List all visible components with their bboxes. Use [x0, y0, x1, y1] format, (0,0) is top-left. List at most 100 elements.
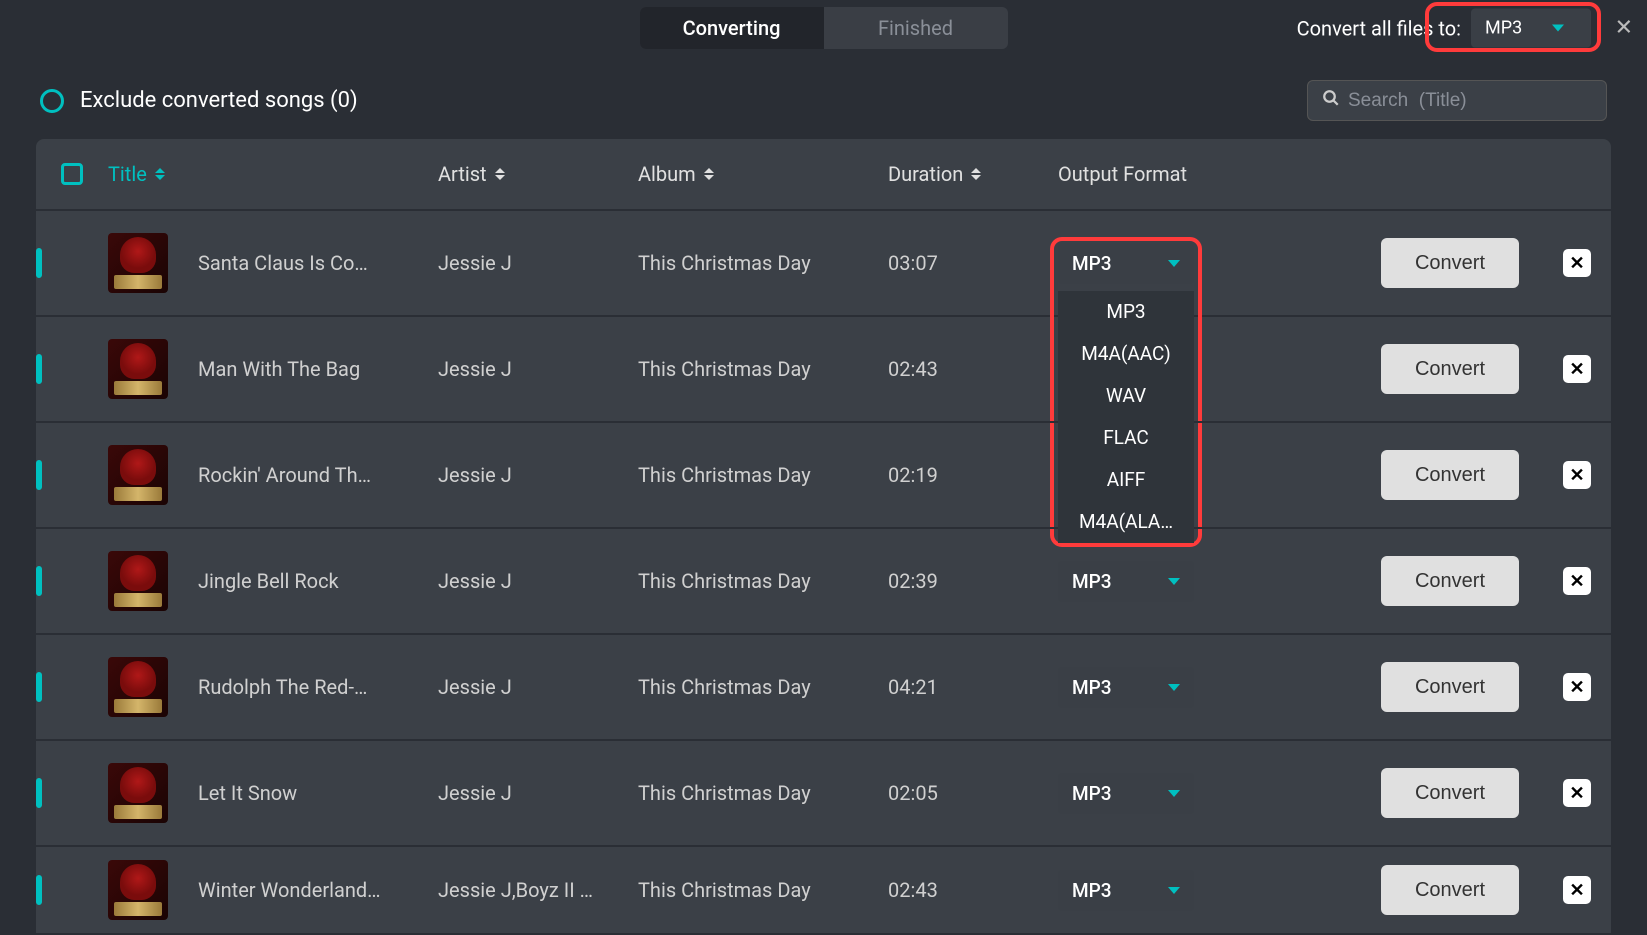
column-artist-label: Artist: [438, 162, 487, 186]
caret-down-icon: [1168, 578, 1180, 585]
remove-button[interactable]: ✕: [1563, 779, 1591, 807]
column-title[interactable]: Title: [108, 162, 438, 186]
album-cell: This Christmas Day: [638, 357, 888, 381]
column-duration[interactable]: Duration: [888, 162, 1058, 186]
song-title: Winter Wonderland…: [198, 878, 398, 902]
album-cover: [108, 339, 168, 399]
convert-button[interactable]: Convert: [1381, 768, 1519, 818]
album-cell: This Christmas Day: [638, 463, 888, 487]
row-checkbox[interactable]: [36, 875, 42, 905]
format-option[interactable]: M4A(AAC): [1058, 333, 1194, 375]
circle-icon: [40, 89, 64, 113]
row-checkbox[interactable]: [36, 566, 42, 596]
convert-button[interactable]: Convert: [1381, 344, 1519, 394]
song-title: Man With The Bag: [198, 357, 398, 381]
format-cell: MP3: [1058, 667, 1378, 708]
row-checkbox[interactable]: [36, 354, 42, 384]
row-checkbox[interactable]: [36, 778, 42, 808]
sort-icon: [155, 168, 165, 180]
convert-button[interactable]: Convert: [1381, 865, 1519, 915]
table-row: Let It SnowJessie JThis Christmas Day02:…: [36, 741, 1611, 847]
top-bar: Converting Finished Convert all files to…: [0, 0, 1647, 56]
song-table: Title Artist Album Duration Output Forma…: [36, 139, 1611, 935]
content-area: Exclude converted songs (0) Title Artist: [0, 56, 1647, 935]
remove-button[interactable]: ✕: [1563, 249, 1591, 277]
column-output-format-label: Output Format: [1058, 162, 1187, 186]
sort-icon: [704, 168, 714, 180]
column-duration-label: Duration: [888, 162, 963, 186]
table-body: Santa Claus Is Co…Jessie JThis Christmas…: [36, 211, 1611, 935]
format-option[interactable]: MP3: [1058, 291, 1194, 333]
app-window: Converting Finished Convert all files to…: [0, 0, 1647, 935]
artist-cell: Jessie J: [438, 251, 638, 275]
convert-button[interactable]: Convert: [1381, 662, 1519, 712]
row-checkbox[interactable]: [36, 672, 42, 702]
format-option[interactable]: FLAC: [1058, 417, 1194, 459]
select-all-checkbox[interactable]: [61, 163, 83, 185]
convert-button[interactable]: Convert: [1381, 238, 1519, 288]
artist-cell: Jessie J: [438, 569, 638, 593]
convert-all-group: Convert all files to: MP3: [1297, 9, 1591, 48]
search-input[interactable]: [1348, 90, 1592, 112]
table-header: Title Artist Album Duration Output Forma…: [36, 139, 1611, 211]
format-cell: MP3: [1058, 870, 1378, 911]
album-cover: [108, 763, 168, 823]
format-option[interactable]: M4A(ALA…: [1058, 501, 1194, 543]
tab-finished[interactable]: Finished: [824, 7, 1008, 49]
caret-down-icon: [1552, 25, 1564, 32]
convert-button[interactable]: Convert: [1381, 556, 1519, 606]
row-format-select[interactable]: MP3: [1058, 870, 1194, 911]
duration-cell: 02:05: [888, 781, 1058, 805]
song-title: Rockin' Around Th…: [198, 463, 398, 487]
caret-down-icon: [1168, 684, 1180, 691]
album-cell: This Christmas Day: [638, 781, 888, 805]
convert-all-value: MP3: [1485, 18, 1522, 39]
close-icon[interactable]: ✕: [1615, 16, 1633, 41]
remove-button[interactable]: ✕: [1563, 673, 1591, 701]
select-all-cell: [36, 163, 108, 185]
column-album[interactable]: Album: [638, 162, 888, 186]
column-output-format: Output Format: [1058, 162, 1378, 186]
table-row: Man With The BagJessie JThis Christmas D…: [36, 317, 1611, 423]
remove-button[interactable]: ✕: [1563, 355, 1591, 383]
remove-button[interactable]: ✕: [1563, 876, 1591, 904]
remove-button[interactable]: ✕: [1563, 461, 1591, 489]
convert-all-select[interactable]: MP3: [1471, 9, 1591, 48]
album-cover: [108, 860, 168, 920]
duration-cell: 04:21: [888, 675, 1058, 699]
toolbar-row: Exclude converted songs (0): [36, 80, 1611, 121]
format-cell: MP3MP3M4A(AAC)WAVFLACAIFFM4A(ALA…: [1058, 243, 1378, 284]
row-format-select[interactable]: MP3: [1058, 773, 1194, 814]
artist-cell: Jessie J: [438, 781, 638, 805]
format-option[interactable]: AIFF: [1058, 459, 1194, 501]
sort-icon: [971, 168, 981, 180]
row-checkbox[interactable]: [36, 460, 42, 490]
table-row: Rockin' Around Th… Jessie JThis Christmas…: [36, 423, 1611, 529]
album-cover: [108, 551, 168, 611]
artist-cell: Jessie J: [438, 463, 638, 487]
exclude-toggle[interactable]: Exclude converted songs (0): [40, 88, 358, 113]
duration-cell: 02:43: [888, 878, 1058, 902]
convert-button[interactable]: Convert: [1381, 450, 1519, 500]
row-checkbox[interactable]: [36, 248, 42, 278]
duration-cell: 02:43: [888, 357, 1058, 381]
row-format-select[interactable]: MP3: [1058, 561, 1194, 602]
row-format-select[interactable]: MP3: [1058, 667, 1194, 708]
remove-button[interactable]: ✕: [1563, 567, 1591, 595]
song-title: Santa Claus Is Co…: [198, 251, 398, 275]
search-box[interactable]: [1307, 80, 1607, 121]
album-cover: [108, 445, 168, 505]
tab-converting[interactable]: Converting: [640, 7, 824, 49]
column-artist[interactable]: Artist: [438, 162, 638, 186]
row-format-value: MP3: [1072, 782, 1112, 805]
caret-down-icon: [1168, 790, 1180, 797]
caret-down-icon: [1168, 260, 1180, 267]
album-cover: [108, 657, 168, 717]
row-format-select[interactable]: MP3: [1058, 243, 1194, 284]
album-cell: This Christmas Day: [638, 675, 888, 699]
table-row: Rudolph The Red-…Jessie JThis Christmas …: [36, 635, 1611, 741]
convert-all-label: Convert all files to:: [1297, 16, 1461, 40]
album-cover: [108, 233, 168, 293]
format-option[interactable]: WAV: [1058, 375, 1194, 417]
album-cell: This Christmas Day: [638, 251, 888, 275]
